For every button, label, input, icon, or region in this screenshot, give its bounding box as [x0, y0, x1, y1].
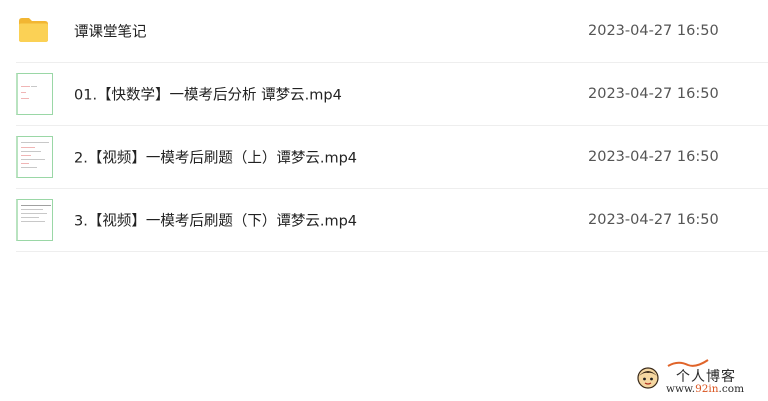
- mascot-icon: [637, 367, 659, 389]
- video-thumbnail: [16, 199, 53, 241]
- file-name[interactable]: 01.【快数学】一模考后分析 谭梦云.mp4: [74, 84, 342, 105]
- file-modified-date: 2023-04-27 16:50: [588, 86, 719, 102]
- watermark-url: www.92in.com: [666, 383, 745, 395]
- file-row-video[interactable]: 2.【视频】一模考后刷题（上）谭梦云.mp4 2023-04-27 16:50: [16, 126, 768, 189]
- file-row-folder[interactable]: 谭课堂笔记 2023-04-27 16:50: [16, 0, 768, 63]
- video-thumbnail: [16, 136, 53, 178]
- file-row-video[interactable]: 3.【视频】一模考后刷题（下）谭梦云.mp4 2023-04-27 16:50: [16, 189, 768, 252]
- file-row-video[interactable]: 01.【快数学】一模考后分析 谭梦云.mp4 2023-04-27 16:50: [16, 63, 768, 126]
- blog-watermark: 个人博客 www.92in.com: [636, 358, 762, 398]
- file-list: 谭课堂笔记 2023-04-27 16:50 01.【快数学】一模考后分析 谭梦…: [0, 0, 768, 252]
- file-name[interactable]: 3.【视频】一模考后刷题（下）谭梦云.mp4: [74, 210, 357, 231]
- folder-icon: [19, 18, 48, 42]
- video-thumbnail: [16, 73, 53, 115]
- file-modified-date: 2023-04-27 16:50: [588, 23, 719, 39]
- file-modified-date: 2023-04-27 16:50: [588, 149, 719, 165]
- file-name[interactable]: 2.【视频】一模考后刷题（上）谭梦云.mp4: [74, 147, 357, 168]
- file-modified-date: 2023-04-27 16:50: [588, 212, 719, 228]
- file-name[interactable]: 谭课堂笔记: [74, 21, 147, 42]
